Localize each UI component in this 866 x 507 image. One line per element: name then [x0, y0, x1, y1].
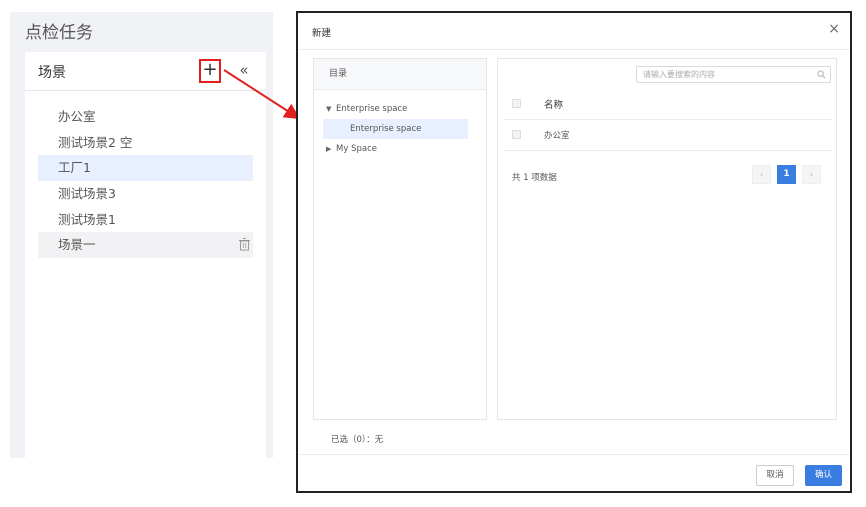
column-header-name: 名称 — [544, 100, 564, 111]
item-table-panel: 请输入要搜索的内容 名称 办公室 共 1 项数据 ‹ 1 › — [497, 58, 837, 420]
directory-panel: 目录 ▼ Enterprise space Enterprise space ▶ M… — [313, 58, 487, 420]
scene-item-label: 工厂1 — [58, 160, 91, 176]
prev-page-button[interactable]: ‹ — [752, 165, 771, 184]
scene-item-label: 场景一 — [58, 237, 96, 253]
close-icon[interactable]: × — [828, 21, 840, 37]
add-scene-button[interactable]: + — [199, 59, 221, 83]
selected-summary: 已选（0）：无 — [331, 435, 384, 445]
search-placeholder: 请输入要搜索的内容 — [643, 70, 715, 79]
row-checkbox[interactable] — [512, 130, 521, 139]
scene-item-test-1[interactable]: 测试场景1 — [38, 207, 253, 233]
caret-right-icon[interactable]: ▶ — [326, 139, 336, 159]
search-input[interactable]: 请输入要搜索的内容 — [636, 66, 831, 83]
footer-divider — [298, 454, 850, 455]
total-count: 共 1 项数据 — [512, 173, 557, 183]
directory-header: 目录 — [314, 59, 486, 90]
scene-item-label: 测试场景1 — [58, 211, 116, 227]
table-header: 名称 — [504, 89, 832, 120]
collapse-icon[interactable]: « — [235, 61, 253, 79]
tree-node-label: Enterprise space — [350, 124, 422, 134]
scene-panel-title: 场景 — [38, 65, 66, 81]
scene-item-factory-1[interactable]: 工厂1 — [38, 155, 253, 182]
trash-icon[interactable] — [239, 238, 250, 251]
dialog-header: 新建 × — [298, 13, 850, 50]
new-dialog: 新建 × 目录 ▼ Enterprise space Enterprise spa… — [296, 11, 852, 493]
scene-item-office[interactable]: 办公室 — [38, 104, 253, 130]
next-page-button[interactable]: › — [802, 165, 821, 184]
scene-item-test-2[interactable]: 测试场景2 空 — [38, 130, 253, 156]
page-title: 点检任务 — [25, 23, 93, 43]
scene-panel: 场景 + « 办公室 测试场景2 空 工厂1 测试场景3 测试场景1 场景一 — [25, 52, 266, 458]
table-row[interactable]: 办公室 — [504, 120, 832, 151]
row-name: 办公室 — [544, 131, 570, 141]
confirm-button[interactable]: 确认 — [805, 465, 842, 486]
dialog-title: 新建 — [312, 28, 332, 39]
page-1-button[interactable]: 1 — [777, 165, 796, 184]
scene-item-test-3[interactable]: 测试场景3 — [38, 181, 253, 207]
scene-item-label: 办公室 — [58, 109, 96, 124]
tree-node-label: My Space — [336, 144, 377, 154]
tree-node-label: Enterprise space — [336, 104, 408, 114]
search-icon[interactable] — [817, 70, 826, 79]
cancel-button[interactable]: 取消 — [756, 465, 794, 486]
caret-down-icon[interactable]: ▼ — [326, 99, 336, 119]
select-all-checkbox[interactable] — [512, 99, 521, 108]
scene-panel-header: 场景 + « — [25, 52, 266, 91]
tree-node-enterprise-space[interactable]: ▼ Enterprise space — [326, 99, 407, 119]
scene-list: 办公室 测试场景2 空 工厂1 测试场景3 测试场景1 场景一 — [38, 104, 253, 259]
tree-node-my-space[interactable]: ▶ My Space — [326, 139, 377, 159]
tree-node-enterprise-space-child[interactable]: Enterprise space — [323, 119, 468, 139]
scene-item-label: 测试场景2 空 — [58, 134, 133, 150]
scene-item-label: 测试场景3 — [58, 186, 116, 202]
scene-item-scene-one[interactable]: 场景一 — [38, 232, 253, 259]
